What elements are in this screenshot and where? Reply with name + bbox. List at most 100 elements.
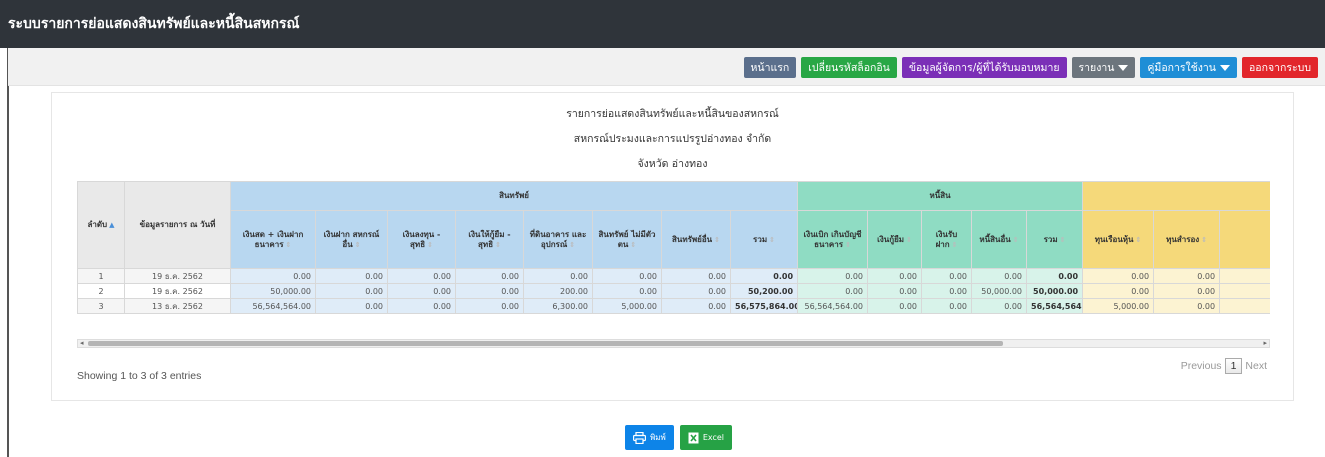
cell-liability: 56,564,564.00 — [1026, 298, 1084, 314]
cell-asset: 0.00 — [455, 268, 524, 284]
province-name: จังหวัด อ่างทอง — [637, 158, 708, 170]
cell-liability: 0.00 — [867, 283, 923, 299]
sort-icon: ⇕ — [630, 240, 637, 249]
column-header[interactable]: เงินสด + เงินฝากธนาคาร ⇕ — [230, 210, 316, 269]
pagination-page-1[interactable]: 1 — [1224, 358, 1243, 374]
cell-asset: 50,200.00 — [729, 283, 799, 299]
sort-icon: ⇕ — [714, 235, 721, 244]
column-header[interactable]: หนี้สินอื่น ⇕ — [971, 210, 1028, 269]
nav-button-4[interactable]: รายงาน — [1071, 57, 1136, 78]
printer-icon — [633, 431, 646, 444]
cell-asset: 0.00 — [592, 283, 662, 299]
column-header[interactable]: สินทรัพย์อื่น ⇕ — [661, 210, 731, 269]
table-row: 3 13 ธ.ค. 2562 56,564,564.00 0.00 0.00 0.00 6,… — [77, 298, 1270, 314]
cell-asset: 200.00 — [523, 283, 593, 299]
nav-button-group: หน้าแรก เปลี่ยนรหัสล็อกอิน ข้อมูลผู้จัดการ… — [743, 57, 1318, 78]
entries-info: Showing 1 to 3 of 3 entries — [77, 370, 202, 382]
cell-liability: 0.00 — [797, 283, 869, 299]
column-header-date[interactable]: ข้อมูลรายการ ณ วันที่ — [124, 181, 231, 269]
scrollbar-thumb[interactable] — [88, 341, 1003, 346]
cell-truncated — [1219, 298, 1270, 314]
cell-seq: 2 — [77, 283, 125, 299]
cell-liability: 0.00 — [867, 268, 923, 284]
column-header[interactable]: รวม ⇕ — [729, 210, 799, 269]
cell-liability: 0.00 — [921, 268, 973, 284]
cell-liability: 0.00 — [971, 298, 1028, 314]
column-header[interactable]: เงินกู้ยืม ⇕ — [867, 210, 923, 269]
nav-button-5[interactable]: คู่มือการใช้งาน — [1140, 57, 1237, 78]
column-header-label: ที่ดินอาคาร และอุปกรณ์ — [529, 229, 587, 249]
nav-button-1[interactable]: หน้าแรก — [743, 57, 797, 78]
sort-icon: ⇕ — [1135, 235, 1142, 244]
nav-button-2[interactable]: เปลี่ยนรหัสล็อกอิน — [801, 57, 897, 78]
nav-button-label: ออกจากระบบ — [1249, 62, 1311, 74]
cell-asset: 0.00 — [661, 298, 731, 314]
scroll-left-icon[interactable]: ◂ — [80, 339, 84, 347]
cell-truncated — [1219, 283, 1270, 299]
excel-button[interactable]: Excel — [679, 425, 733, 450]
cell-truncated — [1219, 268, 1270, 284]
export-buttons: พิมพ์ Excel — [625, 425, 733, 450]
scroll-right-icon[interactable]: ▸ — [1263, 339, 1267, 347]
print-button[interactable]: พิมพ์ — [625, 425, 674, 450]
sort-icon: ⇕ — [495, 240, 501, 249]
sort-icon: ⇕ — [845, 240, 851, 249]
cell-asset: 0.00 — [387, 283, 456, 299]
cell-asset: 0.00 — [661, 283, 731, 299]
report-table-scroll[interactable]: ลำดับ ▲ ข้อมูลรายการ ณ วันที่ สินทรัพย์หนี้… — [77, 181, 1270, 431]
horizontal-scrollbar[interactable]: ◂ ▸ — [77, 339, 1270, 348]
column-header[interactable]: รวม ⇕ — [1026, 210, 1084, 269]
navbar: หน้าแรก เปลี่ยนรหัสล็อกอิน ข้อมูลผู้จัดการ… — [8, 48, 1325, 86]
group-header-assets: สินทรัพย์ — [229, 181, 799, 211]
nav-button-label: เปลี่ยนรหัสล็อกอิน — [808, 62, 890, 74]
column-header[interactable]: ทุนเรือนหุ้น ⇕ — [1082, 210, 1155, 269]
pagination-next[interactable]: Next — [1245, 360, 1267, 372]
column-header[interactable]: เงินให้กู้ยืม - สุทธิ ⇕ — [455, 210, 524, 269]
cell-seq: 3 — [77, 298, 125, 314]
column-header-label: เงินเบิก เกินบัญชี ธนาคาร — [803, 229, 862, 249]
sort-icon: ⇕ — [354, 240, 361, 249]
cell-date: 13 ธ.ค. 2562 — [124, 298, 231, 314]
column-header[interactable]: เงินเบิก เกินบัญชี ธนาคาร ⇕ — [797, 210, 869, 269]
cell-date: 19 ธ.ค. 2562 — [124, 268, 231, 284]
sort-icon: ⇕ — [569, 240, 576, 249]
column-header[interactable]: เงินรับฝาก ⇕ — [921, 210, 973, 269]
nav-button-label: รายงาน — [1078, 62, 1115, 74]
column-header-label: เงินให้กู้ยืม - สุทธิ — [468, 229, 511, 249]
caret-down-icon — [1220, 64, 1230, 71]
cell-equity: 5,000.00 — [1082, 298, 1155, 314]
cell-asset: 0.00 — [230, 268, 316, 284]
cell-asset: 0.00 — [455, 298, 524, 314]
cell-liability: 0.00 — [921, 298, 973, 314]
nav-button-6[interactable]: ออกจากระบบ — [1242, 57, 1318, 78]
column-header[interactable]: สินทรัพย์ ไม่มีตัวตน ⇕ — [592, 210, 662, 269]
caret-down-icon — [1118, 64, 1129, 71]
column-header[interactable]: เงินฝาก สหกรณ์อื่น ⇕ — [315, 210, 388, 269]
cell-asset: 0.00 — [523, 268, 593, 284]
column-header-label: สินทรัพย์ ไม่มีตัวตน — [598, 229, 656, 249]
cell-equity: 0.00 — [1082, 268, 1155, 284]
cell-asset: 0.00 — [661, 268, 731, 284]
sort-icon: ⇕ — [1201, 235, 1208, 244]
cell-asset: 0.00 — [455, 283, 524, 299]
column-header[interactable]: ที่ดินอาคาร และอุปกรณ์ ⇕ — [523, 210, 593, 269]
excel-label: Excel — [702, 433, 725, 442]
cell-asset: 0.00 — [315, 283, 388, 299]
pagination-previous[interactable]: Previous — [1181, 360, 1222, 372]
cell-liability: 0.00 — [797, 268, 869, 284]
column-header[interactable]: เงินลงทุน - สุทธิ ⇕ — [387, 210, 456, 269]
cell-asset: 56,575,864.00 — [729, 298, 799, 314]
column-header-truncated[interactable] — [1219, 210, 1270, 269]
cell-equity: 0.00 — [1153, 298, 1221, 314]
column-header[interactable]: ทุนสำรอง ⇕ — [1153, 210, 1221, 269]
nav-button-label: ข้อมูลผู้จัดการ/ผู้ที่ได้รับมอบหมาย — [908, 62, 1060, 74]
cell-liability: 0.00 — [921, 283, 973, 299]
report-table: ลำดับ ▲ ข้อมูลรายการ ณ วันที่ สินทรัพย์หนี้… — [77, 181, 1270, 314]
group-header-equity — [1082, 181, 1270, 211]
nav-button-label: หน้าแรก — [750, 62, 790, 74]
nav-button-3[interactable]: ข้อมูลผู้จัดการ/ผู้ที่ได้รับมอบหมาย — [901, 57, 1067, 78]
cell-asset: 0.00 — [592, 268, 662, 284]
column-header-seq[interactable]: ลำดับ ▲ — [77, 181, 125, 269]
column-header-label: เงินลงทุน - สุทธิ — [402, 229, 441, 249]
cell-asset: 0.00 — [315, 268, 388, 284]
